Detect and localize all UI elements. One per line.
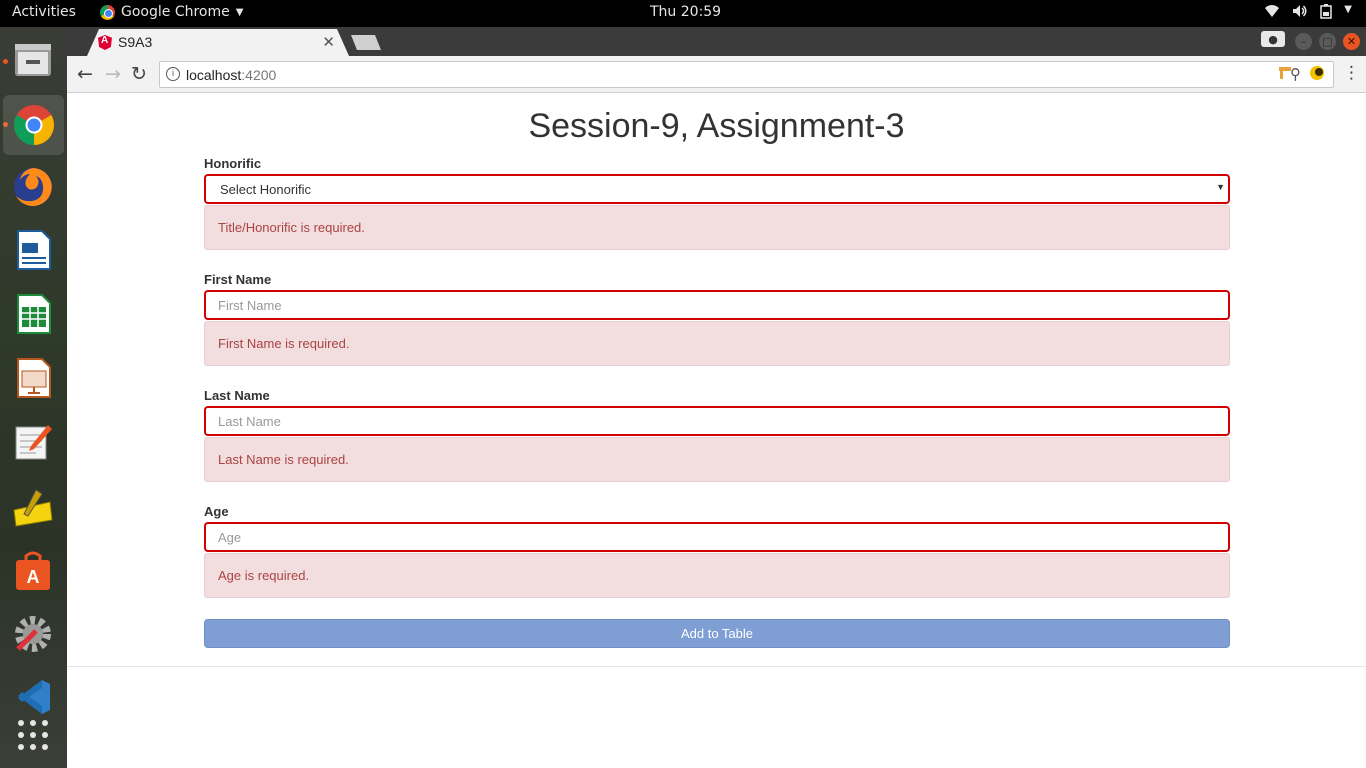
svg-text:A: A: [27, 567, 40, 587]
system-tray[interactable]: ▼: [1264, 4, 1352, 23]
running-indicator: [3, 59, 8, 64]
last-name-input[interactable]: Last Name: [204, 406, 1230, 436]
chrome-icon[interactable]: [3, 95, 64, 155]
extension-icon[interactable]: [1277, 65, 1293, 81]
back-icon[interactable]: ←: [77, 63, 93, 85]
first-name-error: First Name is required.: [204, 321, 1230, 366]
site-info-icon[interactable]: i: [166, 67, 180, 81]
age-input[interactable]: Age: [204, 522, 1230, 552]
text-editor-icon[interactable]: [9, 418, 57, 466]
divider: [67, 666, 1366, 667]
address-bar[interactable]: i localhost:4200 ⚲ ☆: [159, 61, 1334, 88]
chrome-menu-icon[interactable]: ⋮: [1343, 63, 1360, 83]
tab-s9a3[interactable]: S9A3 ✕: [87, 29, 349, 56]
window-controls: – □ ✕: [1295, 33, 1360, 50]
page-title: Session-9, Assignment-3: [528, 107, 905, 145]
close-tab-icon[interactable]: ✕: [322, 33, 335, 51]
age-group: Age Age Age is required.: [204, 504, 1230, 598]
age-label: Age: [204, 504, 229, 519]
extension-moon-icon[interactable]: [1309, 65, 1325, 81]
system-menu-chevron-icon: ▼: [1344, 4, 1352, 15]
first-name-placeholder: First Name: [218, 298, 282, 313]
first-name-label: First Name: [204, 272, 272, 287]
last-name-label: Last Name: [204, 388, 270, 403]
calc-icon[interactable]: [9, 290, 57, 338]
app-menu-label: Google Chrome: [121, 4, 230, 20]
software-center-icon[interactable]: A: [9, 547, 57, 595]
web-page: Session-9, Assignment-3 Honorific Select…: [67, 94, 1366, 768]
age-error: Age is required.: [204, 553, 1230, 598]
firefox-icon[interactable]: [9, 163, 57, 211]
app-menu[interactable]: Google Chrome ▼: [100, 4, 243, 20]
tab-title: S9A3: [118, 34, 153, 50]
tab-strip: S9A3 ✕ ● – □ ✕: [67, 27, 1366, 56]
app-grid-icon[interactable]: [9, 711, 57, 759]
last-name-placeholder: Last Name: [218, 414, 281, 429]
honorific-error: Title/Honorific is required.: [204, 205, 1230, 250]
honorific-selected-value: Select Honorific: [220, 182, 312, 197]
maximize-icon[interactable]: □: [1319, 33, 1336, 50]
wifi-icon: [1264, 4, 1280, 23]
honorific-label: Honorific: [204, 156, 262, 171]
clock[interactable]: Thu 20:59: [650, 4, 721, 20]
last-name-error: Last Name is required.: [204, 437, 1230, 482]
last-name-group: Last Name Last Name Last Name is require…: [204, 388, 1230, 482]
battery-icon: [1320, 4, 1333, 23]
honorific-group: Honorific Select Honorific ▼ Title/Honor…: [204, 156, 1230, 250]
settings-icon[interactable]: [9, 610, 57, 658]
close-window-icon[interactable]: ✕: [1343, 33, 1360, 50]
first-name-group: First Name First Name First Name is requ…: [204, 272, 1230, 366]
reload-icon[interactable]: ↻: [131, 63, 147, 85]
dock: A: [0, 27, 67, 768]
files-icon[interactable]: [9, 35, 57, 83]
notes-icon[interactable]: [9, 483, 57, 531]
honorific-select[interactable]: Select Honorific ▼: [204, 174, 1230, 204]
impress-icon[interactable]: [9, 354, 57, 402]
activities-button[interactable]: Activities: [12, 4, 76, 20]
chrome-icon: [100, 4, 115, 20]
minimize-icon[interactable]: –: [1295, 33, 1312, 50]
browser-toolbar: ← → ↻ i localhost:4200 ⚲ ☆ ⋮: [67, 56, 1366, 93]
add-to-table-button[interactable]: Add to Table: [204, 619, 1230, 648]
writer-icon[interactable]: [9, 226, 57, 274]
profile-icon[interactable]: ●: [1261, 31, 1285, 47]
volume-icon: [1292, 4, 1308, 23]
first-name-input[interactable]: First Name: [204, 290, 1230, 320]
age-placeholder: Age: [218, 530, 242, 545]
angular-favicon-icon: [98, 35, 112, 50]
chevron-down-icon: ▼: [235, 6, 244, 18]
dropdown-caret-icon: ▼: [1216, 182, 1225, 192]
forward-icon[interactable]: →: [105, 63, 121, 85]
url-text: localhost:4200: [186, 67, 277, 83]
new-tab-button[interactable]: [351, 35, 381, 50]
system-top-bar: Activities Google Chrome ▼ Thu 20:59 ▼: [0, 0, 1366, 27]
